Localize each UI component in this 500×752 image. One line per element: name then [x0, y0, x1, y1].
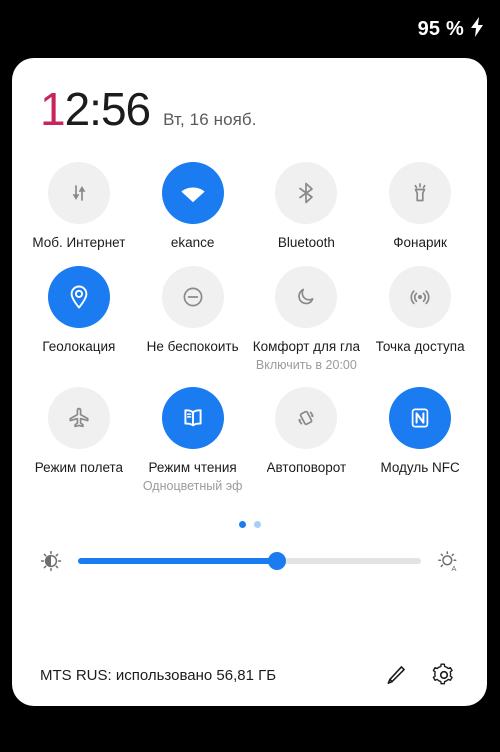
brightness-slider-fill: [78, 557, 277, 564]
tile-label: Не беспокоить: [146, 338, 239, 354]
status-bar: 95 %: [0, 0, 500, 58]
carrier-data-usage-text: MTS RUS: использовано 56,81 ГБ: [40, 666, 277, 684]
quick-settings-screen: 95 % 12:56 Вт, 16 нояб. Моб. Интернет ek…: [0, 0, 500, 752]
brightness-auto-icon[interactable]: A: [435, 548, 461, 574]
tile-toggle-circle[interactable]: [47, 387, 110, 450]
tile-toggle-circle[interactable]: [161, 162, 224, 224]
tile-label: Геолокация: [42, 338, 116, 354]
auto-rotate-icon: [293, 405, 319, 431]
tile-toggle-circle[interactable]: [47, 162, 110, 224]
tile-eye-comfort[interactable]: Комфорт для гла Включить в 20:00: [250, 252, 364, 374]
clock-time-accent-digit: 1: [40, 83, 66, 135]
status-bar-right-cluster: 95 %: [417, 16, 484, 42]
edit-tiles-button[interactable]: [379, 658, 413, 692]
tile-reading-mode[interactable]: Режим чтения Одноцветный эф: [136, 373, 250, 495]
tile-sublabel: Одноцветный эф: [142, 479, 243, 494]
tile-label: Комфорт для гла: [252, 338, 360, 354]
panel-footer: MTS RUS: использовано 56,81 ГБ: [12, 644, 487, 706]
clock-header: 12:56 Вт, 16 нояб.: [12, 58, 487, 132]
tile-sublabel: Включить в 20:00: [255, 357, 357, 372]
brightness-slider-knob[interactable]: [267, 551, 286, 570]
airplane-icon: [66, 405, 92, 431]
tile-wifi[interactable]: ekance: [136, 148, 250, 252]
tile-airplane-mode[interactable]: Режим полета: [22, 373, 136, 495]
tile-nfc[interactable]: Модуль NFC: [363, 373, 477, 495]
tile-label: Моб. Интернет: [32, 235, 126, 250]
page-indicator: [12, 520, 487, 528]
lightning-bolt-icon: [470, 16, 484, 42]
nfc-icon: [407, 405, 433, 431]
brightness-control: A: [12, 548, 487, 574]
tile-hotspot[interactable]: Точка доступа: [363, 252, 477, 374]
tile-label: Режим полета: [34, 460, 124, 476]
tile-label: ekance: [170, 235, 215, 250]
do-not-disturb-icon: [180, 284, 206, 310]
wifi-icon: [178, 178, 208, 208]
bluetooth-icon: [293, 180, 319, 206]
tile-label: Точка доступа: [375, 338, 465, 354]
tile-row: Режим полета Режим чтения Одноцветный эф…: [22, 373, 477, 495]
tile-toggle-circle[interactable]: [275, 265, 338, 328]
battery-percentage: 95 %: [417, 17, 464, 40]
tile-toggle-circle[interactable]: [389, 387, 452, 450]
tile-row: Геолокация Не беспокоить Комфорт для гла…: [22, 252, 477, 374]
tile-label: Фонарик: [393, 235, 447, 250]
moon-icon: [293, 284, 319, 310]
flashlight-icon: [407, 180, 433, 206]
tile-label: Автоповорот: [266, 460, 347, 476]
clock-time-rest: 2:56: [64, 83, 152, 135]
hotspot-icon: [407, 284, 433, 310]
tile-toggle-circle[interactable]: [161, 265, 224, 328]
tile-toggle-circle[interactable]: [275, 387, 338, 450]
clock-date: Вт, 16 нояб.: [163, 110, 257, 129]
tile-auto-rotate[interactable]: Автоповорот: [250, 373, 364, 495]
settings-button[interactable]: [427, 658, 461, 692]
tile-do-not-disturb[interactable]: Не беспокоить: [136, 252, 250, 374]
mobile-data-icon: [66, 180, 92, 206]
tile-toggle-circle[interactable]: [389, 265, 452, 328]
quick-settings-panel: 12:56 Вт, 16 нояб. Моб. Интернет ekance …: [12, 58, 487, 706]
book-icon: [179, 404, 207, 432]
tile-mobile-data[interactable]: Моб. Интернет: [22, 148, 136, 252]
page-dot-2[interactable]: [253, 520, 261, 528]
tile-label: Модуль NFC: [380, 460, 460, 476]
tile-bluetooth[interactable]: Bluetooth: [250, 148, 364, 252]
tile-row: Моб. Интернет ekance Bluetooth Фонарик: [22, 148, 477, 252]
tile-toggle-circle[interactable]: [389, 162, 452, 224]
tile-grid: Моб. Интернет ekance Bluetooth Фонарик Г…: [12, 132, 487, 495]
tile-label: Bluetooth: [277, 235, 335, 250]
tile-toggle-circle[interactable]: [275, 162, 338, 224]
page-dot-1[interactable]: [238, 520, 246, 528]
tile-label: Режим чтения: [148, 460, 237, 476]
brightness-low-icon[interactable]: [38, 548, 64, 574]
clock-time[interactable]: 12:56: [40, 83, 152, 135]
location-pin-icon: [65, 283, 93, 311]
svg-text:A: A: [451, 564, 457, 573]
brightness-slider[interactable]: [78, 551, 421, 570]
tile-flashlight[interactable]: Фонарик: [363, 148, 477, 252]
tile-location[interactable]: Геолокация: [22, 252, 136, 374]
tile-toggle-circle[interactable]: [161, 387, 224, 450]
tile-toggle-circle[interactable]: [47, 265, 110, 328]
